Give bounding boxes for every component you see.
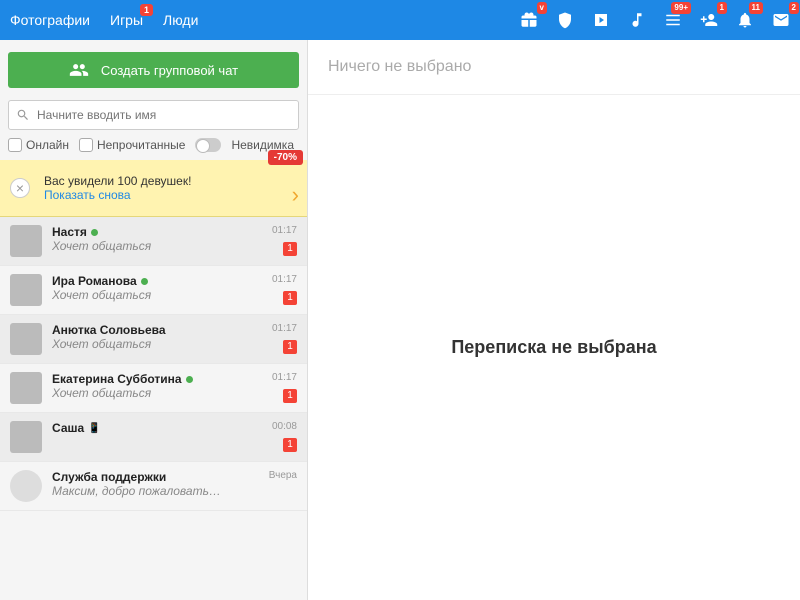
conversation-name: Анютка Соловьева [52,323,257,337]
conversation-item[interactable]: Екатерина СубботинаХочет общаться01:171 [0,364,307,413]
unread-badge: 1 [283,389,297,403]
list-icon[interactable]: 99+ [664,11,682,29]
empty-state-text: Переписка не выбрана [451,337,656,358]
filter-online-label: Онлайн [26,138,69,152]
online-dot-icon [91,229,98,236]
main-header: Ничего не выбрано [308,40,800,95]
conversation-preview: Хочет общаться [52,337,222,351]
topbar-icons: v 99+ 1 11 2 [520,11,790,29]
mobile-icon: 📱 [88,423,100,434]
conversation-time: Вчера [257,470,297,481]
search-wrap [8,100,299,130]
conversation-preview: Хочет общаться [52,239,222,253]
promo-link[interactable]: Показать снова [44,188,277,202]
mail-badge: 2 [789,2,799,14]
bell-icon[interactable]: 11 [736,11,754,29]
conversation-item[interactable]: Служба поддержкиМаксим, добро пожаловать… [0,462,307,511]
conversation-meta: 01:17 1 [257,372,297,404]
conversation-name: Служба поддержки [52,470,257,484]
avatar [10,274,42,306]
checkbox-icon [79,138,93,152]
promo-text: Вас увидели 100 девушек! [44,174,277,188]
filters: Онлайн Непрочитанные Невидимка [0,138,307,160]
mail-icon[interactable]: 2 [772,11,790,29]
conversation-item[interactable]: Ира РомановаХочет общаться01:171 [0,266,307,315]
nav-photos[interactable]: Фотографии [10,12,90,28]
nav-games-badge: 1 [140,4,153,16]
conversation-meta: 00:08 1 [257,421,297,453]
filter-online[interactable]: Онлайн [8,138,69,152]
conversation-meta: 01:17 1 [257,323,297,355]
conversation-body: Служба поддержкиМаксим, добро пожаловать… [52,470,257,502]
filter-unread-label: Непрочитанные [97,138,185,152]
conversation-preview: Хочет общаться [52,288,222,302]
avatar [10,470,42,502]
chevron-right-icon[interactable]: › [292,182,299,208]
friend-add-icon[interactable]: 1 [700,11,718,29]
conversation-body: НастяХочет общаться [52,225,257,257]
conversation-name: Настя [52,225,257,239]
conversation-item[interactable]: Саша📱00:08 1 [0,413,307,462]
content: Создать групповой чат Онлайн Непрочитанн… [0,40,800,600]
conversation-body: Анютка СоловьеваХочет общаться [52,323,257,355]
conversation-body: Ира РомановаХочет общаться [52,274,257,306]
gift-badge: v [537,2,547,14]
video-icon[interactable] [592,11,610,29]
bell-badge: 11 [749,2,763,14]
conversation-body: Саша📱 [52,421,257,453]
friend-badge: 1 [717,2,727,14]
nav-games-label: Игры [110,12,143,28]
create-group-chat-button[interactable]: Создать групповой чат [8,52,299,88]
conversation-name: Ира Романова [52,274,257,288]
conversation-meta: 01:17 1 [257,274,297,306]
conversation-time: 01:17 [257,323,297,334]
conversation-body: Екатерина СубботинаХочет общаться [52,372,257,404]
conversation-time: 01:17 [257,225,297,236]
unread-badge: 1 [283,291,297,305]
promo-banner: -70% × Вас увидели 100 девушек! Показать… [0,160,307,217]
conversation-name: Екатерина Субботина [52,372,257,386]
conversation-name: Саша📱 [52,421,257,435]
main-area: Ничего не выбрано Переписка не выбрана [308,40,800,600]
nav-games[interactable]: Игры 1 [110,12,143,28]
filter-unread[interactable]: Непрочитанные [79,138,185,152]
avatar [10,323,42,355]
nav-people[interactable]: Люди [163,12,198,28]
promo-discount-badge: -70% [268,150,303,165]
group-chat-icon [69,60,89,80]
topbar: Фотографии Игры 1 Люди v 99+ 1 [0,0,800,40]
invisible-toggle[interactable] [195,138,221,152]
avatar [10,225,42,257]
conversation-item[interactable]: Анютка СоловьеваХочет общаться01:171 [0,315,307,364]
avatar [10,421,42,453]
conversation-time: 01:17 [257,274,297,285]
online-dot-icon [141,278,148,285]
music-icon[interactable] [628,11,646,29]
unread-badge: 1 [283,340,297,354]
online-dot-icon [186,376,193,383]
conversation-meta: Вчера [257,470,297,502]
conversation-item[interactable]: НастяХочет общаться01:171 [0,217,307,266]
list-badge: 99+ [671,2,691,14]
shield-icon[interactable] [556,11,574,29]
search-input[interactable] [8,100,299,130]
create-chat-label: Создать групповой чат [101,63,238,78]
avatar [10,372,42,404]
unread-badge: 1 [283,242,297,256]
search-icon [16,108,30,122]
conversation-time: 00:08 [257,421,297,432]
conversation-preview: Максим, добро пожаловать в Фот [52,484,222,498]
nav: Фотографии Игры 1 Люди [10,12,198,28]
conversation-list[interactable]: НастяХочет общаться01:171Ира РомановаХоч… [0,217,307,600]
checkbox-icon [8,138,22,152]
conversation-time: 01:17 [257,372,297,383]
gift-icon[interactable]: v [520,11,538,29]
sidebar: Создать групповой чат Онлайн Непрочитанн… [0,40,308,600]
conversation-preview: Хочет общаться [52,386,222,400]
unread-badge: 1 [283,438,297,452]
empty-state: Переписка не выбрана [308,95,800,600]
promo-close-button[interactable]: × [10,178,30,198]
conversation-meta: 01:17 1 [257,225,297,257]
